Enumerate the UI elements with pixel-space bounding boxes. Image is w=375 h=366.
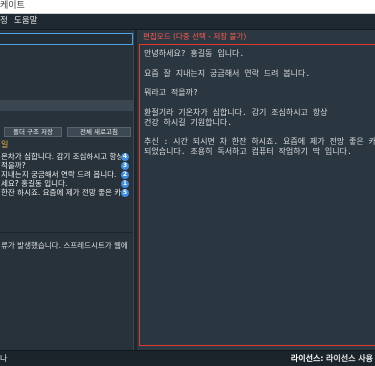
save-folder-structure-button[interactable]: 폴더 구조 저장 bbox=[4, 127, 62, 137]
editor-line: 안녕하세요? 홍길동 입니다. bbox=[144, 49, 245, 58]
list-item[interactable]: 적을까? 3 bbox=[0, 161, 133, 170]
order-badge: 4 bbox=[121, 152, 129, 161]
edit-mode-label: 편집모드 (다중 선택 - 저장 불가) bbox=[143, 32, 247, 41]
license-label: 라이선스: bbox=[290, 354, 324, 363]
panel-divider bbox=[0, 232, 133, 233]
list-item-text: 한잔 하시죠. 요즘에 제가 전망 좋은 카 bbox=[1, 188, 121, 197]
editor-line: 요즘 잘 지내는지 궁금해서 연락 드려 봅니다. bbox=[144, 68, 311, 78]
list-item[interactable]: 세요? 홍길동 입니다. 1 bbox=[0, 179, 133, 188]
editor-line: 추신 : 시간 되시면 차 한잔 하시죠. 요즘에 제가 전망 좋은 카 bbox=[144, 137, 375, 147]
editor-line: 되었습니다. 조용히 독서하고 컴퓨터 작업하기 딱 입니다. bbox=[144, 146, 352, 156]
status-bar: 나 라이선스: 라이선스 사용 bbox=[0, 350, 375, 366]
menu-item-settings[interactable]: 정 bbox=[0, 14, 8, 29]
editor-textarea[interactable]: 안녕하세요? 홍길동 입니다. 요즘 잘 지내는지 궁금해서 연락 드려 봅니다… bbox=[139, 44, 375, 346]
menu-bar: 정 도움말 bbox=[0, 14, 375, 30]
list-item[interactable]: 한잔 하시죠. 요즘에 제가 전망 좋은 카 5 bbox=[0, 188, 133, 197]
refresh-all-button[interactable]: 전체 새로고침 bbox=[67, 127, 131, 137]
title-bar: 케이트 bbox=[0, 0, 375, 14]
search-input[interactable] bbox=[0, 33, 133, 45]
main-area: 폴더 구조 저장 전체 새로고침 일 온차가 심합니다. 감기 조심하시고 항상… bbox=[0, 30, 375, 350]
log-message: 류가 발생했습니다. 스프레드시트가 웹에 bbox=[1, 241, 128, 250]
editor-panel: 편집모드 (다중 선택 - 저장 불가) 안녕하세요? 홍길동 입니다. 요즘 … bbox=[137, 30, 375, 350]
list-item-text: 지내는지 궁금해서 연락 드려 봅니다. bbox=[1, 170, 117, 179]
order-badge: 3 bbox=[121, 161, 129, 170]
status-left-text: 나 bbox=[0, 354, 8, 363]
list-item-text: 온차가 심합니다. 감기 조심하시고 항상 bbox=[1, 152, 121, 161]
section-label: 일 bbox=[1, 140, 9, 149]
editor-line: 뭐라고 적을까? bbox=[144, 88, 198, 98]
left-panel: 폴더 구조 저장 전체 새로고침 일 온차가 심합니다. 감기 조심하시고 항상… bbox=[0, 30, 133, 350]
selected-lines-list: 온차가 심합니다. 감기 조심하시고 항상 4 적을까? 3 지내는지 궁금해서… bbox=[0, 152, 133, 197]
list-item[interactable]: 지내는지 궁금해서 연락 드려 봅니다. 2 bbox=[0, 170, 133, 179]
order-badge: 5 bbox=[121, 188, 129, 197]
editor-line: 건강 하시길 기원합니다. bbox=[144, 117, 233, 127]
list-item-text: 적을까? bbox=[1, 161, 26, 170]
menu-item-help[interactable]: 도움말 bbox=[14, 14, 37, 29]
editor-line: 환절기라 기온차가 심합니다. 감기 조심하시고 항상 bbox=[144, 107, 328, 117]
order-badge: 1 bbox=[121, 179, 129, 188]
license-value: 라이선스 사용 bbox=[326, 354, 373, 363]
tree-header-row[interactable] bbox=[0, 100, 133, 111]
list-item[interactable]: 온차가 심합니다. 감기 조심하시고 항상 4 bbox=[0, 152, 133, 161]
window-title: 케이트 bbox=[0, 1, 25, 11]
license-status: 라이선스: 라이선스 사용 bbox=[291, 351, 373, 366]
order-badge: 2 bbox=[121, 170, 129, 179]
list-item-text: 세요? 홍길동 입니다. bbox=[1, 179, 68, 188]
